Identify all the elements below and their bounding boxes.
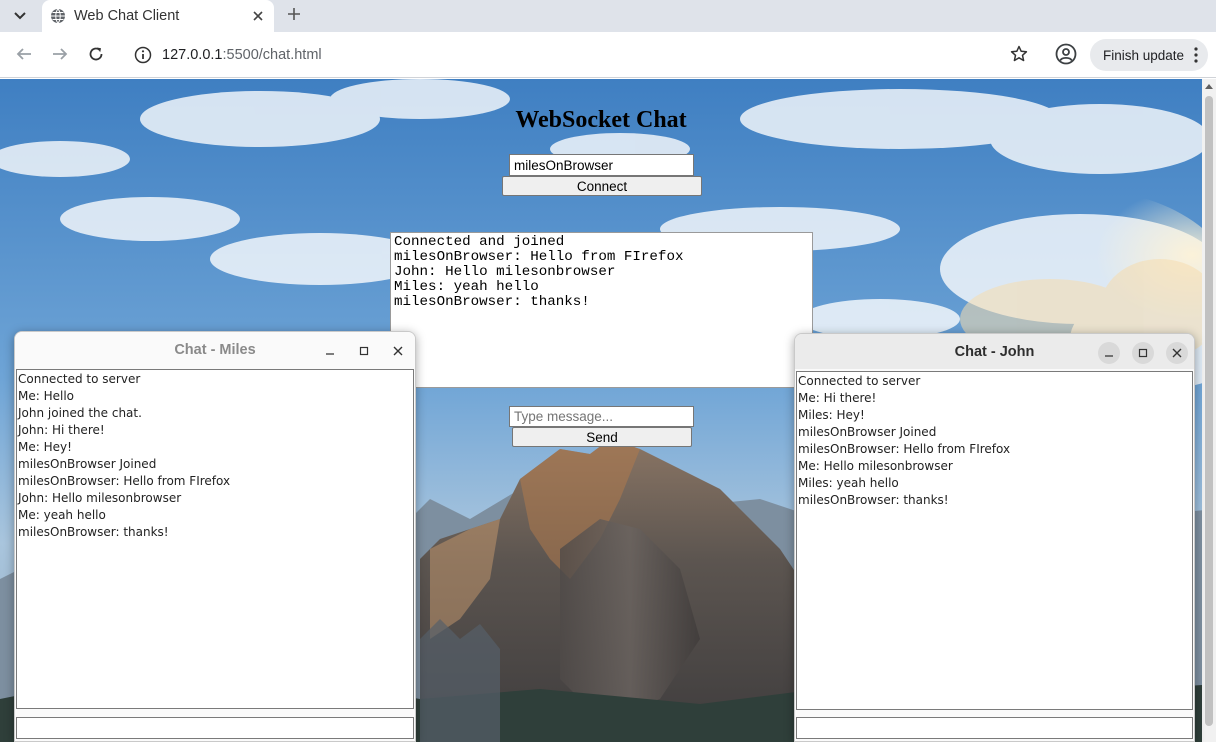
- chat-line: Me: Hey!: [18, 440, 72, 454]
- chat-line: milesOnBrowser: thanks!: [18, 525, 169, 539]
- chat-line: Miles: yeah hello: [798, 476, 899, 490]
- chevron-down-icon[interactable]: [6, 4, 34, 28]
- chat-line: Miles: Hey!: [798, 408, 865, 422]
- chat-log-box[interactable]: Connected and joined milesOnBrowser: Hel…: [390, 232, 813, 388]
- window-title: Chat - Miles: [174, 341, 256, 358]
- chat-line: milesOnBrowser: Hello from FIrefox: [18, 474, 231, 488]
- chat-entry-field[interactable]: [796, 717, 1193, 739]
- chat-line: milesOnBrowser: thanks!: [798, 493, 949, 507]
- scrollbar-thumb[interactable]: [1205, 96, 1213, 726]
- message-input[interactable]: [509, 406, 694, 427]
- chat-line: milesOnBrowser: Hello from FIrefox: [798, 442, 1011, 456]
- close-icon[interactable]: [248, 6, 268, 26]
- log-line: Connected and joined: [394, 234, 565, 250]
- log-line: John: Hello milesonbrowser: [394, 264, 616, 280]
- log-line: Miles: yeah hello: [394, 279, 539, 295]
- chat-entry-field[interactable]: [16, 717, 414, 739]
- maximize-icon[interactable]: [353, 340, 375, 362]
- chat-line: Me: Hello: [18, 389, 75, 403]
- minimize-icon[interactable]: [1098, 342, 1120, 364]
- back-arrow-icon[interactable]: [10, 40, 38, 68]
- chat-log-john[interactable]: Connected to server Me: Hi there! Miles:…: [796, 371, 1193, 710]
- browser-toolbar: 127.0.0.1:5500/chat.html Finish update: [0, 32, 1216, 78]
- chat-window-john: Chat - John Connected to server Me: Hi t…: [794, 333, 1195, 742]
- close-icon[interactable]: [1166, 342, 1188, 364]
- chat-line: John joined the chat.: [18, 406, 142, 420]
- chat-line: Connected to server: [798, 374, 921, 388]
- url-host: 127.0.0.1: [162, 47, 223, 63]
- address-bar[interactable]: 127.0.0.1:5500/chat.html: [122, 39, 1038, 71]
- chat-line: John: Hi there!: [18, 423, 105, 437]
- send-button[interactable]: Send: [512, 427, 692, 447]
- maximize-icon[interactable]: [1132, 342, 1154, 364]
- tab-web-chat-client[interactable]: Web Chat Client: [42, 0, 274, 32]
- chat-line: Me: yeah hello: [18, 508, 106, 522]
- log-line: milesOnBrowser: thanks!: [394, 294, 590, 310]
- page-title: WebSocket Chat: [515, 107, 687, 133]
- minimize-icon[interactable]: [319, 340, 341, 362]
- scroll-up-arrow-icon[interactable]: [1205, 84, 1213, 89]
- plus-icon[interactable]: [282, 2, 306, 26]
- tab-strip: Web Chat Client: [0, 0, 1216, 32]
- window-titlebar[interactable]: Chat - Miles: [15, 332, 415, 367]
- chat-log-miles[interactable]: Connected to server Me: Hello John joine…: [16, 369, 414, 709]
- chat-line: Me: Hello milesonbrowser: [798, 459, 953, 473]
- window-titlebar[interactable]: Chat - John: [795, 334, 1194, 369]
- chat-line: milesOnBrowser Joined: [18, 457, 157, 471]
- site-info-icon[interactable]: [134, 46, 152, 64]
- log-line: milesOnBrowser: Hello from FIrefox: [394, 249, 684, 265]
- reload-icon[interactable]: [82, 40, 110, 68]
- tab-title: Web Chat Client: [74, 8, 180, 24]
- chat-line: milesOnBrowser Joined: [798, 425, 937, 439]
- close-icon[interactable]: [387, 340, 409, 362]
- finish-update-label: Finish update: [1103, 47, 1185, 63]
- url-path: :5500/chat.html: [222, 47, 322, 63]
- chat-line: John: Hello milesonbrowser: [18, 491, 182, 505]
- profile-icon[interactable]: [1054, 42, 1078, 66]
- chat-line: Connected to server: [18, 372, 141, 386]
- kebab-menu-icon[interactable]: [1194, 47, 1198, 63]
- forward-arrow-icon[interactable]: [46, 40, 74, 68]
- star-icon[interactable]: [1010, 45, 1028, 68]
- username-input[interactable]: [509, 154, 694, 176]
- finish-update-button[interactable]: Finish update: [1090, 39, 1208, 71]
- chat-line: Me: Hi there!: [798, 391, 877, 405]
- window-title: Chat - John: [954, 343, 1035, 360]
- connect-button[interactable]: Connect: [502, 176, 702, 196]
- url-text: 127.0.0.1:5500/chat.html: [162, 47, 322, 63]
- globe-icon: [51, 8, 65, 24]
- chat-window-miles: Chat - Miles Connected to server Me: Hel…: [14, 331, 416, 742]
